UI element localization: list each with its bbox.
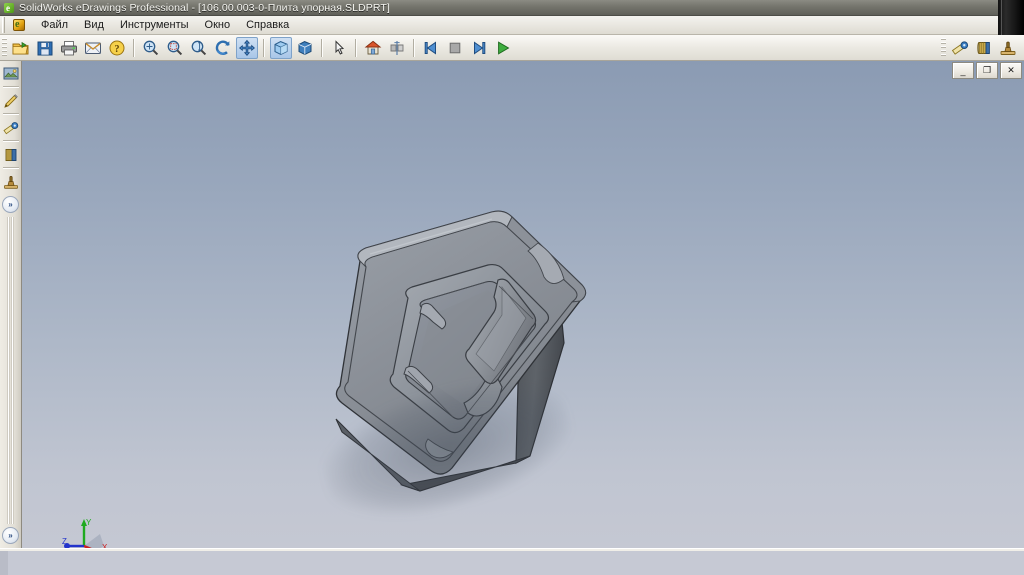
- menu-gripper[interactable]: [2, 17, 8, 33]
- divider: [2, 167, 19, 169]
- send-mail-icon[interactable]: [82, 37, 104, 59]
- open-folder-icon[interactable]: [10, 37, 32, 59]
- animation-play-icon[interactable]: [492, 37, 514, 59]
- toolbar-gripper[interactable]: [2, 37, 7, 58]
- shaded-view-icon[interactable]: [270, 36, 292, 59]
- application-window: e SolidWorks eDrawings Professional - [1…: [0, 0, 1024, 551]
- zoom-to-area-icon[interactable]: [164, 37, 186, 59]
- desktop-background: [0, 551, 1024, 575]
- shaded-with-edges-icon[interactable]: [294, 37, 316, 59]
- minimize-button[interactable]: _: [952, 62, 974, 79]
- measure-tool-icon[interactable]: [949, 37, 971, 59]
- graphics-viewport[interactable]: _ ❐ ✕ Y X Z: [22, 61, 1024, 548]
- rotate-view-icon[interactable]: [212, 37, 234, 59]
- edrawings-document-icon: e: [11, 17, 27, 33]
- main-toolbar: ?: [0, 35, 1024, 61]
- desktop-left-edge: [0, 551, 8, 575]
- section-view-icon[interactable]: [386, 37, 408, 59]
- save-icon[interactable]: [34, 37, 56, 59]
- toolbar-separator: [263, 38, 265, 57]
- menu-bar: e Файл Вид Инструменты Окно Справка: [0, 16, 1024, 35]
- toolbar-right-group: [939, 37, 1024, 59]
- menu-help[interactable]: Справка: [238, 17, 297, 34]
- pan-view-icon[interactable]: [236, 36, 258, 59]
- mdi-window-controls: _ ❐ ✕: [952, 62, 1022, 79]
- model-3d[interactable]: [302, 191, 622, 539]
- svg-text:Z: Z: [62, 537, 67, 546]
- close-button[interactable]: ✕: [1000, 62, 1022, 79]
- toolbar-gripper-right[interactable]: [941, 37, 946, 58]
- coordinate-triad: Y X Z: [60, 516, 108, 548]
- svg-text:?: ?: [115, 44, 120, 55]
- pane-splitter-rail[interactable]: [7, 217, 14, 524]
- select-arrow-icon[interactable]: [328, 37, 350, 59]
- divider: [2, 140, 19, 142]
- cross-section-tool-icon[interactable]: [973, 37, 995, 59]
- left-pane-bottom: »: [2, 524, 19, 548]
- print-icon[interactable]: [58, 37, 80, 59]
- restore-button[interactable]: ❐: [976, 62, 998, 79]
- animation-last-icon[interactable]: [468, 37, 490, 59]
- menu-tools[interactable]: Инструменты: [112, 17, 197, 34]
- toolbar-separator: [321, 38, 323, 57]
- menu-file[interactable]: Файл: [33, 17, 76, 34]
- edrawings-logo-icon: e: [3, 2, 15, 14]
- sidebar-item-markup[interactable]: [1, 90, 21, 111]
- menu-view[interactable]: Вид: [76, 17, 112, 34]
- expand-pane-chevron-bottom-icon[interactable]: »: [2, 527, 19, 544]
- help-question-icon[interactable]: ?: [106, 37, 128, 59]
- sidebar-item-measure[interactable]: [1, 117, 21, 138]
- expand-pane-chevron-icon[interactable]: »: [2, 196, 19, 213]
- toolbar-separator: [355, 38, 357, 57]
- home-view-icon[interactable]: [362, 37, 384, 59]
- divider: [2, 113, 19, 115]
- zoom-to-fit-icon[interactable]: [140, 37, 162, 59]
- sidebar-item-section[interactable]: [1, 144, 21, 165]
- screen: e SolidWorks eDrawings Professional - [1…: [0, 0, 1024, 575]
- title-bar: e SolidWorks eDrawings Professional - [1…: [0, 0, 1024, 16]
- sidebar-item-overview[interactable]: [1, 63, 21, 84]
- svg-text:Y: Y: [86, 518, 92, 527]
- menu-window[interactable]: Окно: [197, 17, 239, 34]
- mdi-client-area: » » _ ❐ ✕ Y X Z: [0, 61, 1024, 548]
- left-tool-pane: » »: [0, 61, 22, 548]
- sidebar-item-stamp[interactable]: [1, 171, 21, 192]
- zoom-in-out-icon[interactable]: [188, 37, 210, 59]
- animation-first-icon[interactable]: [420, 37, 442, 59]
- desktop-right-edge-strip: [998, 0, 1024, 35]
- toolbar-separator: [413, 38, 415, 57]
- animation-stop-icon[interactable]: [444, 37, 466, 59]
- stamp-markup-icon[interactable]: [997, 37, 1019, 59]
- window-title: SolidWorks eDrawings Professional - [106…: [19, 1, 390, 14]
- divider: [2, 86, 19, 88]
- toolbar-separator: [133, 38, 135, 57]
